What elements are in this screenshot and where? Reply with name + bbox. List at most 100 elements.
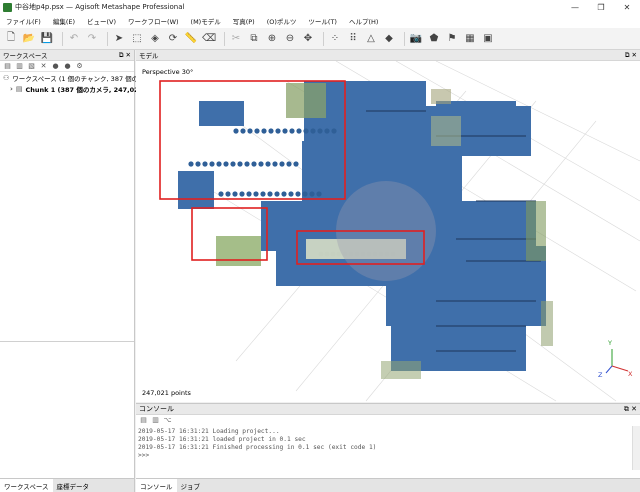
minimize-button[interactable]: — xyxy=(562,3,588,12)
model-viewport[interactable]: Perspective 30° 247,021 points Y Z X xyxy=(136,61,640,402)
camera-row-3 xyxy=(218,191,322,197)
window-title: 中谷地p4p.psx — Agisoft Metashape Professio… xyxy=(15,3,185,11)
view-grid-icon[interactable]: ▦ xyxy=(463,32,477,46)
camera-row-1 xyxy=(233,128,337,134)
camera-row-2 xyxy=(188,161,299,167)
menu-tools[interactable]: ツール(T) xyxy=(308,16,337,26)
panel-float-icon[interactable]: ⧉ ✕ xyxy=(119,51,131,60)
redo-icon[interactable]: ↷ xyxy=(85,32,99,46)
texture-icon[interactable]: ◆ xyxy=(382,32,396,46)
model-tab[interactable]: モデル xyxy=(139,50,159,60)
new-file-icon[interactable]: 🗋 xyxy=(4,32,18,46)
console-toolbar: ▤ ▥ ⌥ xyxy=(136,415,640,425)
tab-jobs[interactable]: ジョブ xyxy=(177,479,205,492)
chunk-icon: ▤ xyxy=(15,84,23,93)
point-cloud-view[interactable] xyxy=(136,61,640,402)
clear-log-icon[interactable]: ▥ xyxy=(151,416,160,424)
maximize-button[interactable]: ❐ xyxy=(588,3,614,12)
pointer-icon[interactable]: ➤ xyxy=(112,32,126,46)
console-prompt[interactable]: >>> xyxy=(138,452,628,460)
console-scrollbar[interactable] xyxy=(632,426,640,470)
console-line: 2019-05-17 16:31:21 loaded project in 0.… xyxy=(138,436,306,443)
panel-divider xyxy=(0,341,134,342)
dense-cloud-icon[interactable]: ⠿ xyxy=(346,32,360,46)
workspace-root-item[interactable]: ⚇ ワークスペース (1 個のチャンク, 387 個のカメラ) xyxy=(0,72,160,83)
points-count-label: 247,021 points xyxy=(142,389,191,397)
workspace-title: ワークスペース xyxy=(3,52,48,60)
tab-console[interactable]: コンソール xyxy=(136,479,177,492)
workspace-icon: ⚇ xyxy=(3,73,10,82)
tab-workspace[interactable]: ワークスペース xyxy=(0,479,53,492)
save-icon[interactable]: 💾 xyxy=(40,32,54,46)
ruler-icon[interactable]: 📏 xyxy=(184,32,198,46)
settings-icon[interactable]: ⚙ xyxy=(75,62,84,71)
move-region-icon[interactable]: ◈ xyxy=(148,32,162,46)
console-header: コンソール ⧉ ✕ xyxy=(136,404,640,415)
toolbar-divider xyxy=(404,31,405,46)
rect-select-icon[interactable]: ⬚ xyxy=(130,32,144,46)
panel-float-icon[interactable]: ⧉ ✕ xyxy=(625,51,637,60)
image-icon[interactable]: ▣ xyxy=(481,32,495,46)
model-panel: モデル ⧉ ✕ Perspective 30° 247,021 points Y… xyxy=(136,50,640,402)
panel-float-icon[interactable]: ⧉ ✕ xyxy=(624,405,637,414)
point-cloud-icon[interactable]: ⁘ xyxy=(328,32,342,46)
console-panel: コンソール ⧉ ✕ ▤ ▥ ⌥ 2019-05-17 16:31:21 Load… xyxy=(136,403,640,492)
disable-icon[interactable]: ● xyxy=(63,62,72,71)
zoom-in-icon[interactable]: ⊕ xyxy=(265,32,279,46)
cut-icon[interactable]: ✂ xyxy=(229,32,243,46)
title-bar: 中谷地p4p.psx — Agisoft Metashape Professio… xyxy=(0,0,640,14)
zoom-out-icon[interactable]: ⊖ xyxy=(283,32,297,46)
axis-y-label: Y xyxy=(608,339,612,347)
tab-reference[interactable]: 座標データ xyxy=(53,479,94,492)
axis-x-label: X xyxy=(628,370,633,378)
main-toolbar: 🗋 📂 💾 ↶ ↷ ➤ ⬚ ◈ ⟳ 📏 ⌫ ✂ ⧉ ⊕ ⊖ ✥ ⁘ ⠿ △ ◆ … xyxy=(0,28,640,50)
toolbar-divider xyxy=(323,31,324,46)
axis-gizmo xyxy=(605,349,629,374)
add-folder-icon[interactable]: ▧ xyxy=(27,62,36,71)
menu-photo[interactable]: 写真(P) xyxy=(233,16,255,26)
menu-edit[interactable]: 編集(E) xyxy=(53,16,75,26)
console-log: 2019-05-17 16:31:21 Loading project... 2… xyxy=(138,428,628,460)
chunk-item[interactable]: › ▤ Chunk 1 (387 個のカメラ, 247,021 点) [R] xyxy=(0,83,168,94)
toolbar-divider xyxy=(224,31,225,46)
menu-file[interactable]: ファイル(F) xyxy=(6,16,41,26)
remove-icon[interactable]: ✕ xyxy=(39,62,48,71)
camera-icon[interactable]: 📷 xyxy=(409,32,423,46)
menu-help[interactable]: ヘルプ(H) xyxy=(349,16,378,26)
expand-chevron-icon[interactable]: › xyxy=(10,85,13,93)
mesh-icon[interactable]: △ xyxy=(364,32,378,46)
menu-view[interactable]: ビュー(V) xyxy=(87,16,116,26)
console-line: 2019-05-17 16:31:21 Finished processing … xyxy=(138,444,377,451)
app-icon xyxy=(3,2,12,12)
run-script-icon[interactable]: ⌥ xyxy=(163,416,172,424)
enable-icon[interactable]: ● xyxy=(51,62,60,71)
axis-z-label: Z xyxy=(598,371,603,379)
menu-workflow[interactable]: ワークフロー(W) xyxy=(128,16,179,26)
console-line: 2019-05-17 16:31:21 Loading project... xyxy=(138,428,280,435)
add-photos-icon[interactable]: ▥ xyxy=(15,62,24,71)
open-folder-icon[interactable]: 📂 xyxy=(22,32,36,46)
close-button[interactable]: ✕ xyxy=(614,3,640,12)
workspace-panel: ワークスペース ⧉ ✕ ▤ ▥ ▧ ✕ ● ● ⚙ ⚇ ワークスペース (1 個… xyxy=(0,50,168,492)
undo-icon[interactable]: ↶ xyxy=(67,32,81,46)
console-title: コンソール xyxy=(139,405,174,413)
menu-model[interactable]: (M)モデル xyxy=(191,16,221,26)
toolbar-divider xyxy=(62,31,63,46)
show-shapes-icon[interactable]: ⬟ xyxy=(427,32,441,46)
perspective-label: Perspective 30° xyxy=(142,68,194,76)
model-header: モデル ⧉ ✕ xyxy=(136,50,640,61)
save-log-icon[interactable]: ▤ xyxy=(139,416,148,424)
add-chunk-icon[interactable]: ▤ xyxy=(3,62,12,71)
menu-tools-o[interactable]: (O)ポルツ xyxy=(267,16,297,26)
menu-bar: ファイル(F) 編集(E) ビュー(V) ワークフロー(W) (M)モデル 写真… xyxy=(0,14,640,28)
navigate-icon[interactable]: ✥ xyxy=(301,32,315,46)
markers-icon[interactable]: ⚑ xyxy=(445,32,459,46)
crop-icon[interactable]: ⧉ xyxy=(247,32,261,46)
workspace-toolbar: ▤ ▥ ▧ ✕ ● ● ⚙ xyxy=(0,61,134,72)
eraser-icon[interactable]: ⌫ xyxy=(202,32,216,46)
console-tabbar: コンソール ジョブ xyxy=(136,478,640,492)
left-tabbar: ワークスペース 座標データ xyxy=(0,478,134,492)
workspace-header: ワークスペース ⧉ ✕ xyxy=(0,50,134,61)
toolbar-divider xyxy=(107,31,108,46)
rotate-region-icon[interactable]: ⟳ xyxy=(166,32,180,46)
